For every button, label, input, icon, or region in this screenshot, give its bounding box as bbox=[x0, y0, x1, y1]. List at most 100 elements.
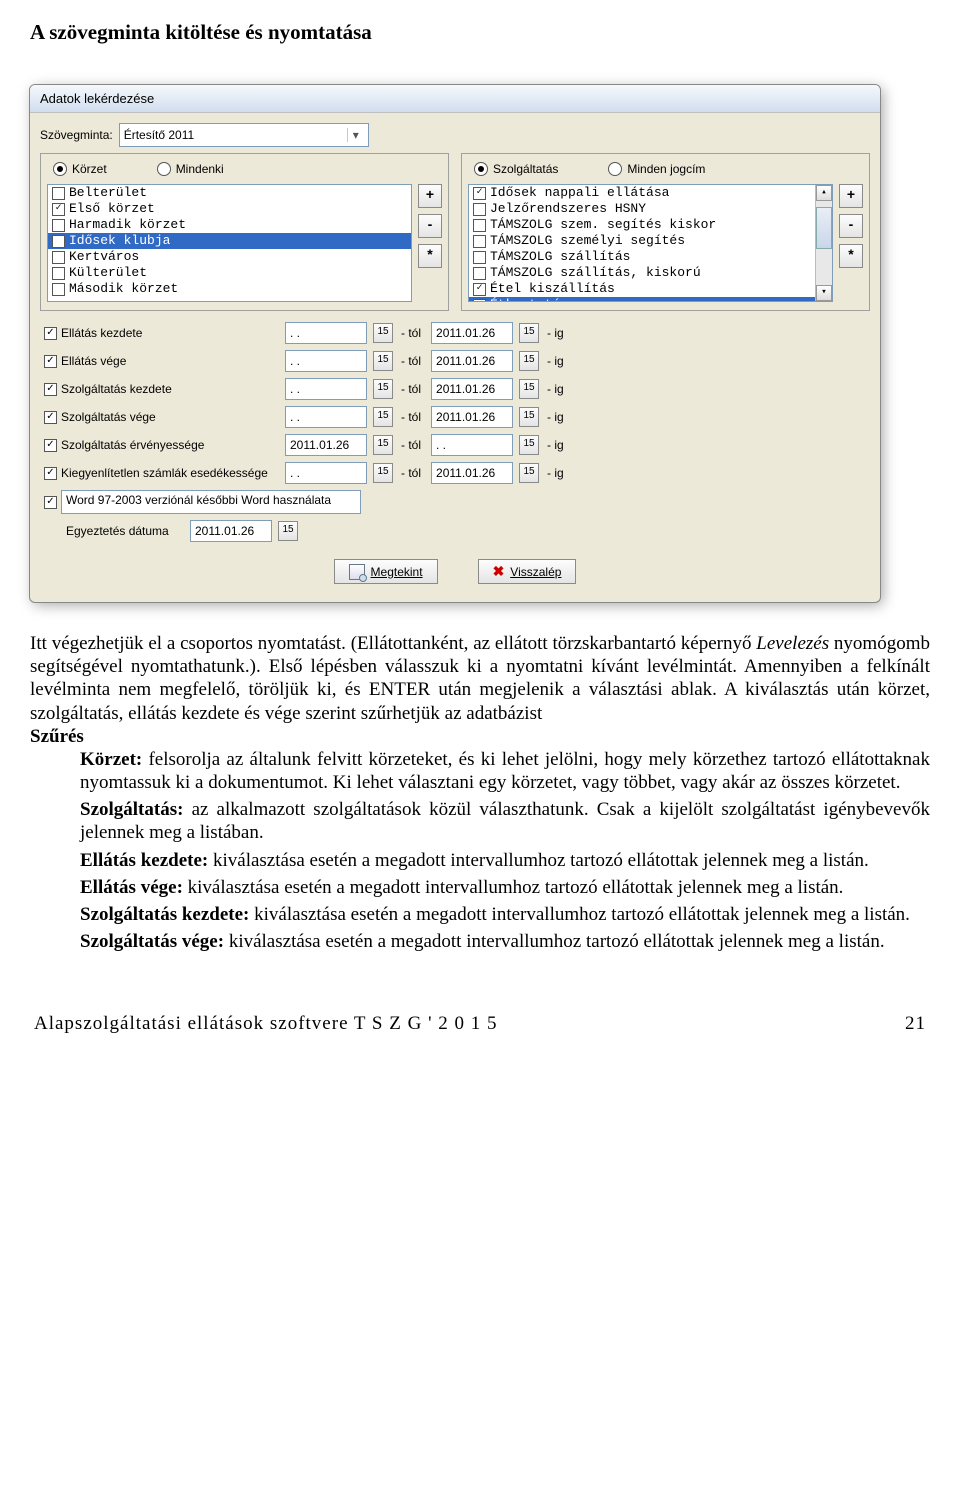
filter-row: Szolgáltatás érvényessége2011.01.2615- t… bbox=[40, 431, 870, 459]
checkbox-icon[interactable] bbox=[52, 283, 65, 296]
filter-label: Szolgáltatás vége bbox=[61, 410, 281, 424]
list-item-label: Első körzet bbox=[69, 201, 155, 217]
korzet-panel: Körzet Mindenki BelterületElső körzetHar… bbox=[40, 153, 449, 311]
checkbox-icon[interactable] bbox=[473, 267, 486, 280]
filter-row: Szolgáltatás kezdete. .15- tól2011.01.26… bbox=[40, 375, 870, 403]
filter-check[interactable] bbox=[44, 327, 57, 340]
checkbox-icon[interactable] bbox=[473, 299, 486, 303]
date-to[interactable]: 2011.01.26 bbox=[431, 462, 513, 484]
filter-check[interactable] bbox=[44, 411, 57, 424]
list-item[interactable]: Belterület bbox=[48, 185, 411, 201]
list-item[interactable]: Első körzet bbox=[48, 201, 411, 217]
egyeztet-date[interactable]: 2011.01.26 bbox=[190, 520, 272, 542]
list-item[interactable]: Idősek klubja bbox=[48, 233, 411, 249]
date-from[interactable]: . . bbox=[285, 462, 367, 484]
checkbox-icon[interactable] bbox=[473, 219, 486, 232]
calendar-icon[interactable]: 15 bbox=[278, 521, 298, 541]
list-item[interactable]: Kertváros bbox=[48, 249, 411, 265]
star-button[interactable]: * bbox=[839, 244, 863, 268]
checkbox-icon[interactable] bbox=[473, 251, 486, 264]
calendar-icon[interactable]: 15 bbox=[519, 323, 539, 343]
list-item-label: Jelzőrendszeres HSNY bbox=[490, 201, 646, 217]
list-item-label: Idősek nappali ellátása bbox=[490, 185, 669, 201]
calendar-icon[interactable]: 15 bbox=[519, 379, 539, 399]
list-item[interactable]: TÁMSZOLG szállítás bbox=[469, 249, 816, 265]
ig-label: - ig bbox=[547, 382, 564, 396]
radio-korzet[interactable]: Körzet bbox=[53, 162, 107, 176]
body-paragraph: Itt végezhetjük el a csoportos nyomtatás… bbox=[30, 632, 930, 725]
szovegminta-label: Szövegminta: bbox=[40, 128, 113, 142]
calendar-icon[interactable]: 15 bbox=[519, 463, 539, 483]
filter-label: Szolgáltatás érvényessége bbox=[61, 438, 281, 452]
list-item[interactable]: Harmadik körzet bbox=[48, 217, 411, 233]
szovegminta-combo[interactable]: Értesítő 2011 ▾ bbox=[119, 123, 369, 147]
megtekint-button[interactable]: Megtekint bbox=[334, 559, 438, 584]
page-heading: A szövegminta kitöltése és nyomtatása bbox=[30, 20, 930, 45]
minus-button[interactable]: - bbox=[418, 214, 442, 238]
radio-mindenki[interactable]: Mindenki bbox=[157, 162, 224, 176]
date-to[interactable]: . . bbox=[431, 434, 513, 456]
calendar-icon[interactable]: 15 bbox=[519, 351, 539, 371]
checkbox-icon[interactable] bbox=[473, 203, 486, 216]
checkbox-icon[interactable] bbox=[52, 267, 65, 280]
checkbox-icon[interactable] bbox=[473, 187, 486, 200]
radio-minden-jogcim[interactable]: Minden jogcím bbox=[608, 162, 705, 176]
calendar-icon[interactable]: 15 bbox=[373, 435, 393, 455]
chevron-down-icon[interactable]: ▾ bbox=[347, 128, 364, 142]
list-item[interactable]: TÁMSZOLG szállítás, kiskorú bbox=[469, 265, 816, 281]
list-item[interactable]: TÁMSZOLG személyi segítés bbox=[469, 233, 816, 249]
checkbox-icon[interactable] bbox=[52, 235, 65, 248]
list-item-label: Idősek klubja bbox=[69, 233, 170, 249]
list-item[interactable]: Jelzőrendszeres HSNY bbox=[469, 201, 816, 217]
date-to[interactable]: 2011.01.26 bbox=[431, 322, 513, 344]
scrollbar[interactable]: ▴▾ bbox=[815, 185, 832, 301]
plus-button[interactable]: + bbox=[418, 184, 442, 208]
list-item[interactable]: Második körzet bbox=[48, 281, 411, 297]
page-number: 21 bbox=[905, 1013, 926, 1035]
tol-label: - tól bbox=[401, 354, 421, 368]
date-from[interactable]: . . bbox=[285, 378, 367, 400]
minus-button[interactable]: - bbox=[839, 214, 863, 238]
checkbox-icon[interactable] bbox=[52, 187, 65, 200]
calendar-icon[interactable]: 15 bbox=[373, 379, 393, 399]
checkbox-icon[interactable] bbox=[473, 283, 486, 296]
date-from[interactable]: 2011.01.26 bbox=[285, 434, 367, 456]
checkbox-icon[interactable] bbox=[52, 219, 65, 232]
plus-button[interactable]: + bbox=[839, 184, 863, 208]
word-check[interactable] bbox=[44, 496, 57, 509]
star-button[interactable]: * bbox=[418, 244, 442, 268]
list-item[interactable]: Külterület bbox=[48, 265, 411, 281]
checkbox-icon[interactable] bbox=[473, 235, 486, 248]
calendar-icon[interactable]: 15 bbox=[373, 351, 393, 371]
visszalep-button[interactable]: ✖ Visszalép bbox=[478, 559, 577, 584]
ellatas-vege-desc: Ellátás vége: kiválasztása esetén a mega… bbox=[30, 876, 930, 899]
calendar-icon[interactable]: 15 bbox=[519, 407, 539, 427]
filter-check[interactable] bbox=[44, 383, 57, 396]
filter-check[interactable] bbox=[44, 439, 57, 452]
calendar-icon[interactable]: 15 bbox=[373, 463, 393, 483]
szolg-desc: Szolgáltatás: az alkalmazott szolgáltatá… bbox=[30, 798, 930, 844]
korzet-listbox[interactable]: BelterületElső körzetHarmadik körzetIdős… bbox=[47, 184, 412, 302]
szolgaltatas-listbox[interactable]: ▴▾ Idősek nappali ellátásaJelzőrendszeres… bbox=[468, 184, 833, 302]
list-item[interactable]: Étel kiszállítás bbox=[469, 281, 816, 297]
calendar-icon[interactable]: 15 bbox=[373, 323, 393, 343]
list-item[interactable]: Idősek nappali ellátása bbox=[469, 185, 816, 201]
filter-label: Ellátás vége bbox=[61, 354, 281, 368]
preview-icon bbox=[349, 564, 365, 580]
date-from[interactable]: . . bbox=[285, 406, 367, 428]
calendar-icon[interactable]: 15 bbox=[373, 407, 393, 427]
date-to[interactable]: 2011.01.26 bbox=[431, 350, 513, 372]
radio-szolgaltatas[interactable]: Szolgáltatás bbox=[474, 162, 558, 176]
list-item[interactable]: Étkeztetés bbox=[469, 297, 816, 302]
szolg-vege-desc: Szolgáltatás vége: kiválasztása esetén a… bbox=[30, 930, 930, 953]
date-to[interactable]: 2011.01.26 bbox=[431, 378, 513, 400]
filter-check[interactable] bbox=[44, 467, 57, 480]
calendar-icon[interactable]: 15 bbox=[519, 435, 539, 455]
checkbox-icon[interactable] bbox=[52, 251, 65, 264]
list-item[interactable]: TÁMSZOLG szem. segítés kiskor bbox=[469, 217, 816, 233]
date-to[interactable]: 2011.01.26 bbox=[431, 406, 513, 428]
date-from[interactable]: . . bbox=[285, 350, 367, 372]
filter-check[interactable] bbox=[44, 355, 57, 368]
date-from[interactable]: . . bbox=[285, 322, 367, 344]
checkbox-icon[interactable] bbox=[52, 203, 65, 216]
